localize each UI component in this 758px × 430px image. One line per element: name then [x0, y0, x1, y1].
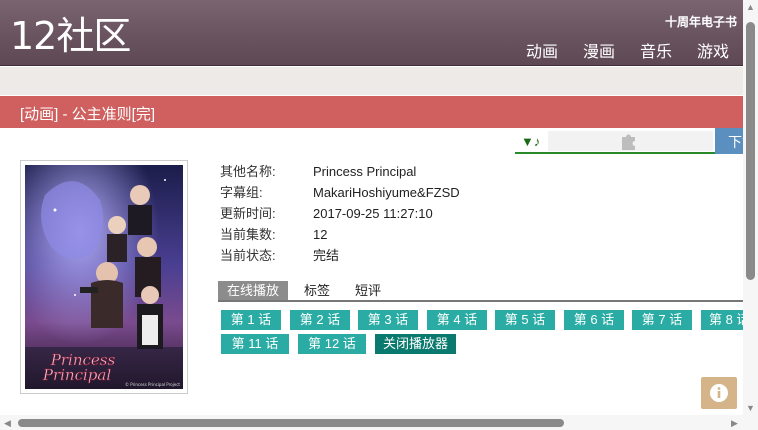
sub-bar	[0, 67, 743, 95]
info-value: 2017-09-25 11:27:10	[313, 206, 433, 221]
scroll-right-arrow-icon[interactable]: ▶	[731, 419, 738, 428]
episode-button[interactable]: 第 7 话	[632, 310, 692, 330]
cover-logo-line2: Principal	[42, 366, 111, 384]
episode-button[interactable]: 第 8 话	[701, 310, 743, 330]
info-label: 当前状态:	[220, 248, 276, 263]
episode-button[interactable]: 第 11 话	[221, 334, 289, 354]
info-value: Princess Principal	[313, 164, 417, 179]
episode-button[interactable]: 第 1 话	[221, 310, 281, 330]
nav-music[interactable]: 音乐	[640, 38, 672, 62]
episode-button[interactable]: 第 5 话	[495, 310, 555, 330]
page-title: [动画] - 公主准则[完]	[20, 106, 156, 123]
episode-button[interactable]: 第 3 话	[358, 310, 418, 330]
info-icon	[710, 384, 728, 402]
download-button[interactable]: 下载	[715, 128, 743, 154]
info-value: 完结	[313, 248, 340, 263]
puzzle-icon	[622, 134, 635, 150]
cover-copyright: © Princess Principal Project	[125, 382, 180, 387]
info-row-episodes: 当前集数: 12	[220, 227, 460, 248]
music-toggle[interactable]: ▼♪	[521, 134, 540, 149]
nav-manga[interactable]: 漫画	[583, 38, 615, 62]
player-underline	[515, 152, 715, 154]
info-label: 字幕组:	[220, 185, 263, 200]
info-float-button[interactable]	[701, 377, 737, 409]
site-header: 12社区 十周年电子书 动画 漫画 音乐 游戏	[0, 0, 743, 66]
info-label: 当前集数:	[220, 227, 276, 242]
episode-button[interactable]: 第 2 话	[290, 310, 350, 330]
tab-online-play[interactable]: 在线播放	[218, 281, 289, 300]
horizontal-scroll-thumb[interactable]	[18, 419, 564, 427]
anniversary-ebook-link[interactable]: 十周年电子书	[665, 13, 737, 30]
nav-anime[interactable]: 动画	[526, 38, 558, 62]
page-title-bar: [动画] - 公主准则[完]	[0, 96, 743, 128]
scroll-left-arrow-icon[interactable]: ◀	[4, 419, 11, 428]
info-value: MakariHoshiyume&FZSD	[313, 185, 460, 200]
info-row-subgroup: 字幕组: MakariHoshiyume&FZSD	[220, 185, 460, 206]
anime-cover-image: Princess Principal © Princess Principal …	[25, 165, 183, 389]
nav-games[interactable]: 游戏	[697, 38, 729, 62]
main-nav: 动画 漫画 音乐 游戏	[526, 38, 729, 62]
cover-frame: Princess Principal © Princess Principal …	[20, 160, 188, 394]
scroll-up-arrow-icon[interactable]: ▲	[746, 3, 755, 12]
info-row-updated: 更新时间: 2017-09-25 11:27:10	[220, 206, 460, 227]
tab-short-reviews[interactable]: 短评	[346, 281, 390, 300]
info-label: 其他名称:	[220, 164, 276, 179]
episode-button[interactable]: 第 4 话	[427, 310, 487, 330]
episode-button[interactable]: 第 6 话	[564, 310, 624, 330]
tab-tags[interactable]: 标签	[295, 281, 339, 300]
site-logo[interactable]: 12社区	[10, 14, 131, 58]
vertical-scroll-thumb[interactable]	[746, 22, 755, 280]
info-value: 12	[313, 227, 328, 242]
close-player-button[interactable]: 关闭播放器	[375, 334, 456, 354]
info-row-status: 当前状态: 完结	[220, 248, 460, 269]
episode-button[interactable]: 第 12 话	[298, 334, 366, 354]
scroll-down-arrow-icon[interactable]: ▼	[746, 404, 755, 413]
info-row-alt-name: 其他名称: Princess Principal	[220, 164, 460, 185]
anime-info: 其他名称: Princess Principal 字幕组: MakariHosh…	[220, 164, 460, 269]
content-tabs: 在线播放 标签 短评	[218, 281, 743, 302]
info-label: 更新时间:	[220, 206, 276, 221]
